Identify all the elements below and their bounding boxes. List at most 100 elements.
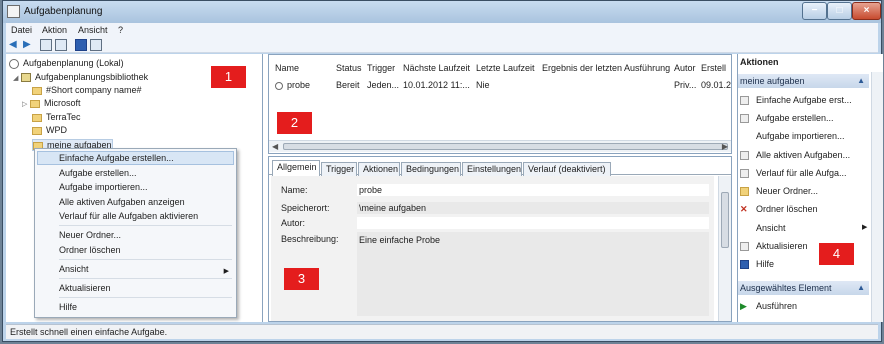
delete-icon: ✕ <box>740 204 748 215</box>
scroll-left-icon[interactable]: ◀ <box>272 142 278 151</box>
cm-verlauf-aktivieren[interactable]: Verlauf für alle Aufgaben aktivieren <box>59 211 198 221</box>
tab-aktionen[interactable]: Aktionen <box>358 162 400 176</box>
window-title: Aufgabenplanung <box>24 6 103 17</box>
submenu-arrow-icon: ▶ <box>862 224 868 231</box>
section-meine-aufgaben[interactable]: meine aufgaben ▲ <box>738 74 869 88</box>
annotation-marker-4: 4 <box>819 243 854 265</box>
task-row-last-run: Nie <box>476 80 490 90</box>
column-header[interactable]: Trigger <box>367 63 395 73</box>
actions-scrollbar[interactable] <box>871 72 883 322</box>
up-folder-icon[interactable] <box>40 39 52 51</box>
tree-pane: Aufgabenplanung (Lokal) ◢ Aufgabenplanung… <box>6 54 263 322</box>
task-row-status: Bereit <box>336 80 360 90</box>
title-bar: Aufgabenplanung − □ × <box>3 1 881 23</box>
annotation-marker-2: 2 <box>277 112 312 134</box>
action-hilfe[interactable]: Hilfe <box>740 259 774 270</box>
column-header[interactable]: Nächste Laufzeit <box>403 63 470 73</box>
cm-aufgabe-erstellen[interactable]: Aufgabe erstellen... <box>59 168 137 178</box>
author-label: Autor: <box>281 218 306 228</box>
column-header[interactable]: Name <box>275 63 299 73</box>
tree-library[interactable]: ◢ Aufgabenplanungsbibliothek <box>13 72 148 83</box>
cm-hilfe[interactable]: Hilfe <box>59 302 77 312</box>
tree-root[interactable]: Aufgabenplanung (Lokal) <box>9 58 124 69</box>
action-alle-aktiven[interactable]: Alle aktiven Aufgaben... <box>740 150 850 161</box>
action-ordner-loeschen[interactable]: ✕ Ordner löschen <box>740 204 818 214</box>
vertical-scrollbar[interactable] <box>718 176 731 321</box>
description-field[interactable]: Eine einfache Probe <box>357 232 709 316</box>
properties-icon[interactable] <box>55 39 67 51</box>
menu-datei[interactable]: Datei <box>11 25 32 35</box>
cm-aktualisieren[interactable]: Aktualisieren <box>59 283 111 293</box>
action-ausfuehren[interactable]: ▶ Ausführen <box>740 301 797 311</box>
back-arrow-icon[interactable]: ◀ <box>9 39 21 51</box>
detail-tabs: Allgemein Trigger Aktionen Bedingungen E… <box>269 159 731 176</box>
forward-arrow-icon[interactable]: ▶ <box>23 39 35 51</box>
tree-folder-microsoft[interactable]: ▷ Microsoft <box>22 98 81 108</box>
section-ausgewaehltes-element[interactable]: Ausgewähltes Element ▲ <box>738 281 869 295</box>
name-field[interactable]: probe <box>357 184 709 196</box>
tree-folder-short-company[interactable]: #Short company name# <box>32 85 142 95</box>
cm-neuer-ordner[interactable]: Neuer Ordner... <box>59 230 121 240</box>
task-row-next-run: 10.01.2012 11:... <box>403 80 470 90</box>
action-ansicht[interactable]: Ansicht ▶ <box>740 223 867 233</box>
folder-icon <box>32 113 42 122</box>
action-verlauf[interactable]: Verlauf für alle Aufga... <box>740 168 847 179</box>
context-menu-separator <box>59 278 232 279</box>
action-aufgabe-erstellen[interactable]: Aufgabe erstellen... <box>740 113 834 124</box>
folder-icon <box>32 126 42 135</box>
menu-aktion[interactable]: Aktion <box>42 25 67 35</box>
tree-folder-terratec[interactable]: TerraTec <box>32 112 81 122</box>
description-label: Beschreibung: <box>281 234 339 244</box>
action-neuer-ordner[interactable]: Neuer Ordner... <box>740 186 818 197</box>
column-header[interactable]: Erstell <box>701 63 731 73</box>
location-field: \meine aufgaben <box>357 202 709 214</box>
wizard-icon <box>740 96 749 106</box>
expand-arrow-icon[interactable]: ▷ <box>22 100 30 108</box>
scroll-thumb[interactable] <box>283 143 728 150</box>
collapse-arrow-icon[interactable]: ◢ <box>13 74 21 82</box>
action-einfache-aufgabe[interactable]: Einfache Aufgabe erst... <box>740 95 852 106</box>
cm-ordner-loeschen[interactable]: Ordner löschen <box>59 245 121 255</box>
horizontal-scrollbar[interactable]: ◀ ▶ <box>269 140 731 152</box>
tab-allgemein[interactable]: Allgemein <box>272 160 320 176</box>
context-menu: Einfache Aufgabe erstellen... Aufgabe er… <box>34 148 237 318</box>
tab-bedingungen[interactable]: Bedingungen <box>401 162 461 176</box>
tab-verlauf[interactable]: Verlauf (deaktiviert) <box>523 162 611 176</box>
scroll-thumb[interactable] <box>721 192 729 248</box>
close-button[interactable]: × <box>852 2 881 20</box>
action-aktualisieren[interactable]: Aktualisieren <box>740 241 808 252</box>
minimize-button[interactable]: − <box>802 2 827 20</box>
collapse-arrow-icon[interactable]: ▲ <box>857 74 865 88</box>
context-menu-separator <box>59 259 232 260</box>
column-header[interactable]: Status <box>336 63 362 73</box>
tab-einstellungen[interactable]: Einstellungen <box>462 162 522 176</box>
tree-folder-wpd[interactable]: WPD <box>32 125 67 135</box>
task-icon <box>275 81 283 90</box>
task-row-name[interactable]: probe <box>275 80 310 90</box>
cm-ansicht[interactable]: Ansicht <box>59 264 89 274</box>
new-folder-icon <box>740 187 749 197</box>
column-header[interactable]: Ergebnis der letzten Ausführung <box>542 63 670 73</box>
menu-ansicht[interactable]: Ansicht <box>78 25 108 35</box>
task-row-trigger: Jeden... <box>367 80 400 90</box>
status-bar: Erstellt schnell einen einfache Aufgabe. <box>6 324 878 339</box>
tab-trigger[interactable]: Trigger <box>321 162 357 176</box>
cm-alle-aktiven[interactable]: Alle aktiven Aufgaben anzeigen <box>59 197 185 207</box>
author-field[interactable] <box>357 217 709 229</box>
cm-einfache-aufgabe[interactable]: Einfache Aufgabe erstellen... <box>59 153 174 163</box>
task-list-pane: Name Status Trigger Nächste Laufzeit Let… <box>268 54 732 154</box>
scroll-right-icon[interactable]: ▶ <box>722 142 728 151</box>
console-icon[interactable] <box>90 39 102 51</box>
collapse-arrow-icon[interactable]: ▲ <box>857 281 865 295</box>
maximize-button[interactable]: □ <box>827 2 852 20</box>
action-aufgabe-importieren[interactable]: Aufgabe importieren... <box>740 131 845 141</box>
column-header[interactable]: Letzte Laufzeit <box>476 63 535 73</box>
task-row-author: Priv... <box>674 80 697 90</box>
column-header[interactable]: Autor <box>674 63 696 73</box>
refresh-icon <box>740 242 749 252</box>
details-pane: Allgemein Trigger Aktionen Bedingungen E… <box>268 156 732 322</box>
actions-pane: Aktionen meine aufgaben ▲ Einfache Aufgab… <box>737 54 883 322</box>
cm-aufgabe-importieren[interactable]: Aufgabe importieren... <box>59 182 148 192</box>
help-icon[interactable] <box>75 39 87 51</box>
menu-help[interactable]: ? <box>118 25 123 35</box>
